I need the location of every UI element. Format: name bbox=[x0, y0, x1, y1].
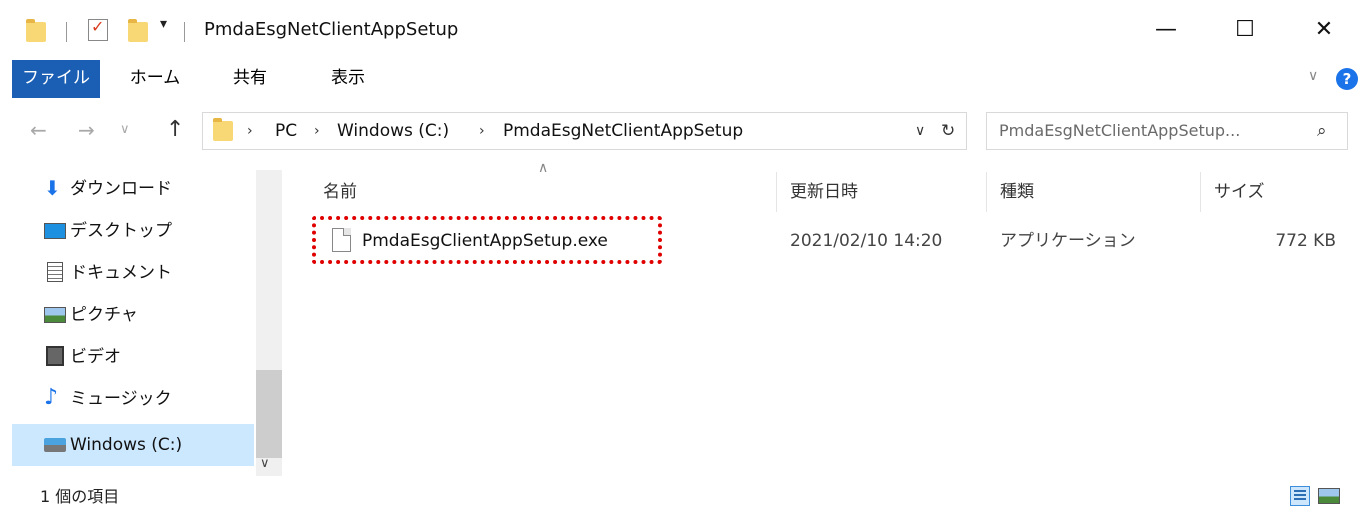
scrollbar-thumb[interactable] bbox=[256, 370, 282, 458]
folder-icon bbox=[213, 118, 233, 141]
file-size: 772 KB bbox=[1275, 231, 1336, 251]
window-title: PmdaEsgNetClientAppSetup bbox=[204, 19, 459, 40]
separator bbox=[184, 22, 185, 42]
column-header-type[interactable]: 種類 bbox=[1000, 172, 1034, 212]
column-header-name[interactable]: 名前 bbox=[323, 172, 357, 212]
column-header-modified[interactable]: 更新日時 bbox=[790, 172, 858, 212]
folder-icon bbox=[26, 19, 46, 42]
address-bar[interactable]: › PC › Windows (C:) › PmdaEsgNetClientAp… bbox=[202, 112, 967, 150]
nav-item-label: ピクチャ bbox=[70, 305, 138, 325]
back-arrow-icon[interactable]: ← bbox=[30, 110, 47, 150]
search-icon[interactable]: ⌕ bbox=[1317, 113, 1327, 149]
breadcrumb-windows-c[interactable]: Windows (C:) bbox=[337, 113, 449, 149]
title-bar: ✓ ▾ PmdaEsgNetClientAppSetup — ☐ ✕ bbox=[0, 0, 1361, 60]
pictures-icon bbox=[44, 307, 66, 323]
tab-share[interactable]: 共有 bbox=[220, 60, 280, 98]
breadcrumb-chevron-icon[interactable]: › bbox=[247, 113, 253, 149]
forward-arrow-icon[interactable]: → bbox=[78, 110, 95, 150]
close-button[interactable]: ✕ bbox=[1301, 0, 1347, 60]
nav-item-pictures[interactable]: ピクチャ bbox=[12, 294, 254, 336]
tab-view[interactable]: 表示 bbox=[318, 60, 378, 98]
separator bbox=[66, 22, 67, 42]
nav-item-music[interactable]: ♪ ミュージック bbox=[12, 378, 254, 420]
sort-ascending-icon: ∧ bbox=[538, 160, 549, 176]
ribbon: ファイル ホーム 共有 表示 ∨ ? bbox=[0, 60, 1361, 100]
new-folder-icon[interactable] bbox=[128, 19, 148, 42]
breadcrumb-chevron-icon[interactable]: › bbox=[479, 113, 485, 149]
video-icon bbox=[46, 346, 64, 366]
refresh-icon[interactable]: ↻ bbox=[941, 113, 955, 149]
drive-icon bbox=[44, 438, 66, 452]
minimize-button[interactable]: — bbox=[1143, 0, 1189, 60]
details-view-icon[interactable] bbox=[1290, 486, 1310, 506]
column-divider[interactable] bbox=[986, 172, 987, 212]
scroll-down-icon[interactable]: ∨ bbox=[260, 456, 270, 471]
search-box[interactable]: PmdaEsgNetClientAppSetup... ⌕ bbox=[986, 112, 1348, 150]
breadcrumb-current-folder[interactable]: PmdaEsgNetClientAppSetup bbox=[503, 113, 743, 149]
desktop-icon bbox=[44, 223, 66, 239]
scrollbar-track[interactable] bbox=[256, 170, 282, 476]
file-type: アプリケーション bbox=[1000, 231, 1136, 251]
ribbon-expand-icon[interactable]: ∨ bbox=[1308, 68, 1318, 84]
address-dropdown-icon[interactable]: ∨ bbox=[915, 113, 925, 149]
status-item-count: 1 個の項目 bbox=[40, 487, 120, 506]
up-arrow-icon[interactable]: ↑ bbox=[166, 110, 184, 150]
search-input[interactable]: PmdaEsgNetClientAppSetup... bbox=[999, 113, 1240, 149]
document-icon bbox=[47, 262, 63, 282]
nav-item-documents[interactable]: ドキュメント bbox=[12, 252, 254, 294]
nav-item-label: ドキュメント bbox=[70, 263, 172, 283]
nav-item-label: Windows (C:) bbox=[70, 435, 183, 455]
column-divider[interactable] bbox=[1200, 172, 1201, 212]
breadcrumb-pc[interactable]: PC bbox=[275, 113, 297, 149]
column-divider[interactable] bbox=[776, 172, 777, 212]
tab-home[interactable]: ホーム bbox=[120, 60, 190, 98]
nav-item-desktop[interactable]: デスクトップ bbox=[12, 210, 254, 252]
nav-item-label: ビデオ bbox=[70, 347, 121, 367]
nav-item-label: デスクトップ bbox=[70, 221, 172, 241]
recent-locations-icon[interactable]: ∨ bbox=[120, 122, 130, 137]
breadcrumb-chevron-icon[interactable]: › bbox=[314, 113, 320, 149]
highlight-annotation bbox=[312, 216, 662, 264]
maximize-button[interactable]: ☐ bbox=[1222, 0, 1268, 60]
properties-icon[interactable]: ✓ bbox=[88, 17, 108, 41]
nav-item-videos[interactable]: ビデオ bbox=[12, 336, 254, 378]
help-icon[interactable]: ? bbox=[1336, 68, 1358, 90]
column-header-size[interactable]: サイズ bbox=[1214, 172, 1265, 212]
quick-access-dropdown-icon[interactable]: ▾ bbox=[160, 16, 167, 32]
tab-file[interactable]: ファイル bbox=[12, 60, 100, 98]
download-icon: ⬇ bbox=[44, 176, 61, 200]
nav-item-label: ダウンロード bbox=[70, 179, 172, 199]
file-modified: 2021/02/10 14:20 bbox=[790, 231, 943, 251]
music-icon: ♪ bbox=[44, 385, 59, 410]
large-icons-view-icon[interactable] bbox=[1318, 488, 1340, 504]
nav-item-label: ミュージック bbox=[70, 389, 172, 409]
nav-item-windows-c[interactable]: Windows (C:) bbox=[12, 424, 254, 466]
nav-item-downloads[interactable]: ⬇ ダウンロード bbox=[12, 168, 254, 210]
